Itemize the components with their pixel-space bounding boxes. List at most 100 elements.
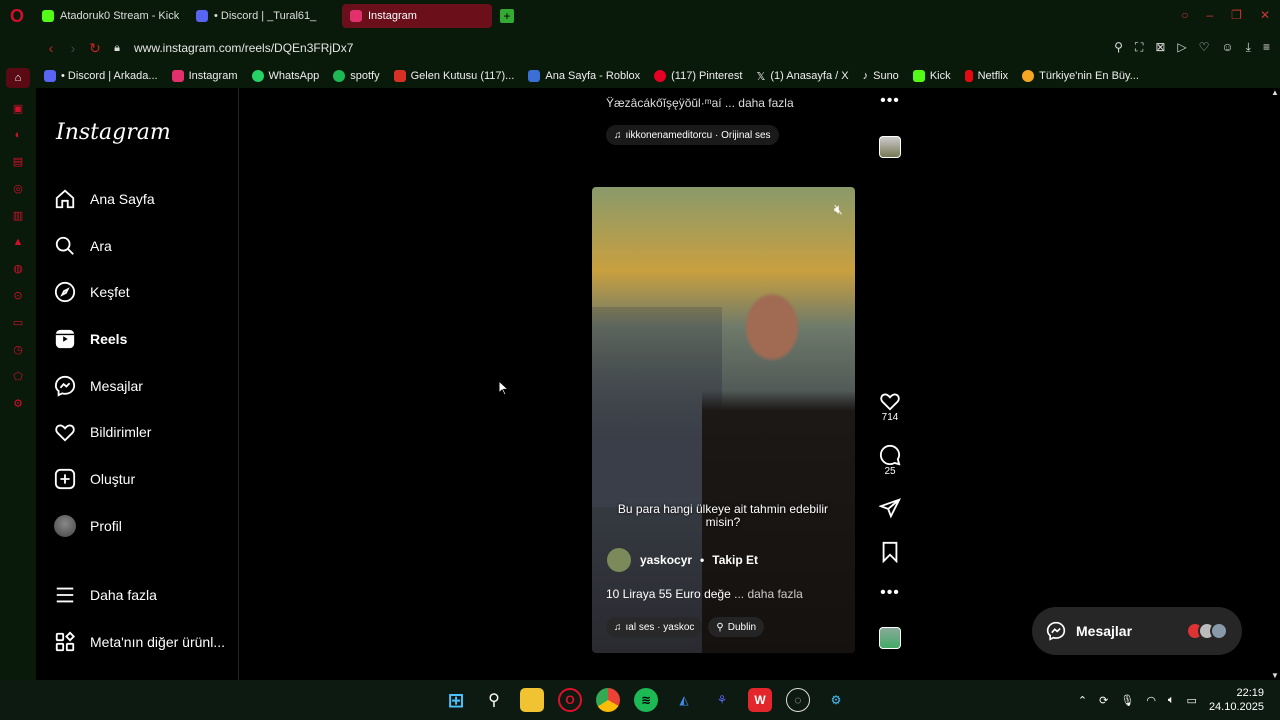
extensions-side-icon[interactable]: ⬠ bbox=[13, 370, 23, 383]
twitter-side-icon[interactable]: ▥ bbox=[13, 209, 23, 222]
new-tab-button[interactable]: + bbox=[500, 9, 514, 23]
clock-time: 22:19 bbox=[1236, 687, 1264, 699]
nav-messages[interactable]: Mesajlar bbox=[54, 375, 143, 397]
reload-icon[interactable]: ↻ bbox=[84, 40, 106, 57]
heart-icon[interactable]: ♡ bbox=[1199, 40, 1210, 55]
battery-icon[interactable]: ▭ bbox=[1187, 694, 1197, 707]
profile-icon[interactable]: ☺ bbox=[1221, 40, 1233, 55]
app-icon[interactable]: ◭ bbox=[672, 688, 696, 712]
gx-corner-icon[interactable]: ▣ bbox=[13, 102, 23, 115]
bookmark-suno[interactable]: ♪ Suno bbox=[863, 70, 899, 82]
bookmark-x[interactable]: 𝕏 (1) Anasayfa / X bbox=[756, 70, 848, 83]
tab-instagram[interactable]: Instagram bbox=[342, 4, 492, 28]
discord-side-icon[interactable]: ◐ bbox=[15, 129, 22, 141]
snapshot-icon[interactable]: ⛶ bbox=[1135, 40, 1143, 55]
search-icon[interactable]: ⚲ bbox=[482, 688, 506, 712]
audio-thumbnail[interactable] bbox=[879, 627, 901, 649]
wps-office-icon[interactable]: W bbox=[748, 688, 772, 712]
menu-icon[interactable]: ≡ bbox=[1263, 40, 1270, 55]
tab-kick[interactable]: Atadoruk0 Stream - Kick bbox=[34, 4, 184, 28]
bookmark-netflix[interactable]: Netflix bbox=[964, 70, 1008, 82]
opera-logo-icon[interactable]: O bbox=[0, 0, 34, 32]
instagram-side-icon[interactable]: ◎ bbox=[13, 182, 23, 195]
back-icon[interactable]: ‹ bbox=[40, 40, 62, 56]
adblock-icon[interactable]: ⊠ bbox=[1155, 40, 1165, 55]
bookmark-pinterest[interactable]: (117) Pinterest bbox=[654, 70, 742, 82]
page-scrollbar[interactable]: ▲ ▼ bbox=[1270, 88, 1280, 680]
bookmark-turkiye[interactable]: Türkiye'nin En Büy... bbox=[1022, 70, 1139, 82]
save-button[interactable] bbox=[876, 541, 904, 563]
settings-side-icon[interactable]: ⚙ bbox=[13, 397, 23, 410]
home-icon[interactable]: ⌂ bbox=[6, 68, 30, 88]
bookmark-spotify[interactable]: spotfy bbox=[333, 70, 380, 82]
play-icon[interactable]: ▷ bbox=[1177, 40, 1186, 55]
nav-search[interactable]: Ara bbox=[54, 235, 112, 257]
close-icon[interactable]: ✕ bbox=[1260, 8, 1270, 22]
follow-button[interactable]: Takip Et bbox=[712, 553, 758, 567]
bookmark-instagram[interactable]: Instagram bbox=[171, 70, 238, 82]
nav-meta-apps[interactable]: Meta'nın diğer ürünl... bbox=[54, 631, 225, 653]
nav-profile[interactable]: Profil bbox=[54, 515, 122, 537]
clock[interactable]: 22:19 24.10.2025 bbox=[1209, 686, 1264, 714]
bookmark-whatsapp[interactable]: WhatsApp bbox=[251, 70, 319, 82]
scroll-up-icon[interactable]: ▲ bbox=[1270, 88, 1280, 97]
sync-icon[interactable]: ⟳ bbox=[1099, 694, 1108, 707]
instagram-logo[interactable]: Instagram bbox=[56, 120, 171, 145]
opera-gx-icon[interactable]: O bbox=[558, 688, 582, 712]
like-button[interactable]: 714 bbox=[876, 390, 904, 423]
messages-float-button[interactable]: Mesajlar bbox=[1032, 607, 1242, 655]
nav-explore[interactable]: Keşfet bbox=[54, 281, 130, 303]
bookmark-side-icon[interactable]: ▭ bbox=[13, 316, 23, 329]
minimize-icon[interactable]: – bbox=[1206, 8, 1213, 22]
more-link[interactable]: ... daha fazla bbox=[734, 587, 803, 601]
scroll-down-icon[interactable]: ▼ bbox=[1270, 671, 1280, 680]
microphone-icon[interactable]: 🎙︎ bbox=[1120, 694, 1134, 707]
download-icon[interactable]: ⤓ bbox=[1246, 40, 1251, 55]
muted-icon[interactable]: 🔇︎ bbox=[834, 201, 843, 218]
share-button[interactable] bbox=[876, 497, 904, 519]
windows-start-icon[interactable]: ⊞ bbox=[444, 688, 468, 712]
forward-icon[interactable]: › bbox=[62, 40, 84, 56]
bookmark-roblox[interactable]: Ana Sayfa - Roblox bbox=[528, 70, 640, 82]
nav-create[interactable]: Oluştur bbox=[54, 468, 135, 490]
chrome-icon[interactable] bbox=[596, 688, 620, 712]
bookmark-kick[interactable]: Kick bbox=[912, 70, 951, 82]
location-pill[interactable]: ⚲ Dublin bbox=[708, 617, 765, 637]
steam-icon[interactable]: ⚙ bbox=[824, 688, 848, 712]
twitch-side-icon[interactable]: ▤ bbox=[13, 155, 23, 168]
comment-button[interactable]: 25 bbox=[876, 444, 904, 477]
app-icon[interactable]: ◌ bbox=[786, 688, 810, 712]
previous-audio-thumbnail[interactable] bbox=[879, 136, 901, 158]
app-icon[interactable]: ⚘ bbox=[710, 688, 734, 712]
tab-discord[interactable]: • Discord | _Tural61_ bbox=[188, 4, 338, 28]
url-field[interactable]: www.instagram.com/reels/DQEn3FRjDx7 bbox=[134, 41, 353, 55]
audio-pill[interactable]: ♫ ıal ses · yaskoc bbox=[606, 617, 703, 637]
player-side-icon[interactable]: ▲ bbox=[13, 236, 24, 248]
clock-side-icon[interactable]: ◷ bbox=[13, 343, 23, 356]
restore-icon[interactable]: ❐ bbox=[1231, 8, 1242, 22]
author-avatar[interactable] bbox=[606, 547, 632, 573]
reel-caption[interactable]: 10 Liraya 55 Euro değe ... daha fazla bbox=[606, 587, 803, 601]
nav-notifications[interactable]: Bildirimler bbox=[54, 421, 151, 443]
chevron-up-icon[interactable]: ⌃ bbox=[1078, 694, 1087, 707]
pin-icon[interactable]: ⚲ bbox=[1114, 40, 1123, 55]
spotify-icon[interactable]: ≋ bbox=[634, 688, 658, 712]
history-side-icon[interactable]: ⊙ bbox=[13, 289, 22, 302]
search-tabs-icon[interactable]: ○ bbox=[1181, 8, 1188, 22]
windows-taskbar: ⊞ ⚲ O ≋ ◭ ⚘ W ◌ ⚙ ⌃ ⟳ 🎙︎ ◠ 🔈︎ ▭ 22:19 24… bbox=[0, 680, 1280, 720]
more-options-button[interactable]: ••• bbox=[876, 584, 904, 602]
volume-icon[interactable]: 🔈︎ bbox=[1168, 694, 1175, 707]
previous-reel-audio[interactable]: ♫ ıikkonenameditorcu · Orijinal ses bbox=[606, 125, 779, 145]
wifi-icon[interactable]: ◠ bbox=[1146, 694, 1156, 707]
file-explorer-icon[interactable] bbox=[520, 688, 544, 712]
bookmark-gmail[interactable]: Gelen Kutusu (117)... bbox=[393, 70, 514, 82]
previous-reel-caption[interactable]: Ÿæzâcákőĭşęÿŏŭl·ᵐaí ... daha fazla bbox=[606, 96, 794, 110]
nav-more[interactable]: Daha fazla bbox=[54, 584, 157, 606]
messenger-side-icon[interactable]: ◍ bbox=[13, 262, 23, 275]
previous-more-button[interactable]: ••• bbox=[876, 92, 904, 110]
nav-home[interactable]: Ana Sayfa bbox=[54, 188, 155, 210]
reel-video[interactable]: 🔇︎ Bu para hangi ülkeye ait tahmin edebi… bbox=[592, 187, 855, 653]
author-username[interactable]: yaskocyr bbox=[640, 553, 692, 567]
bookmark-discord[interactable]: • Discord | Arkada... bbox=[44, 70, 158, 82]
nav-reels[interactable]: Reels bbox=[54, 328, 127, 350]
